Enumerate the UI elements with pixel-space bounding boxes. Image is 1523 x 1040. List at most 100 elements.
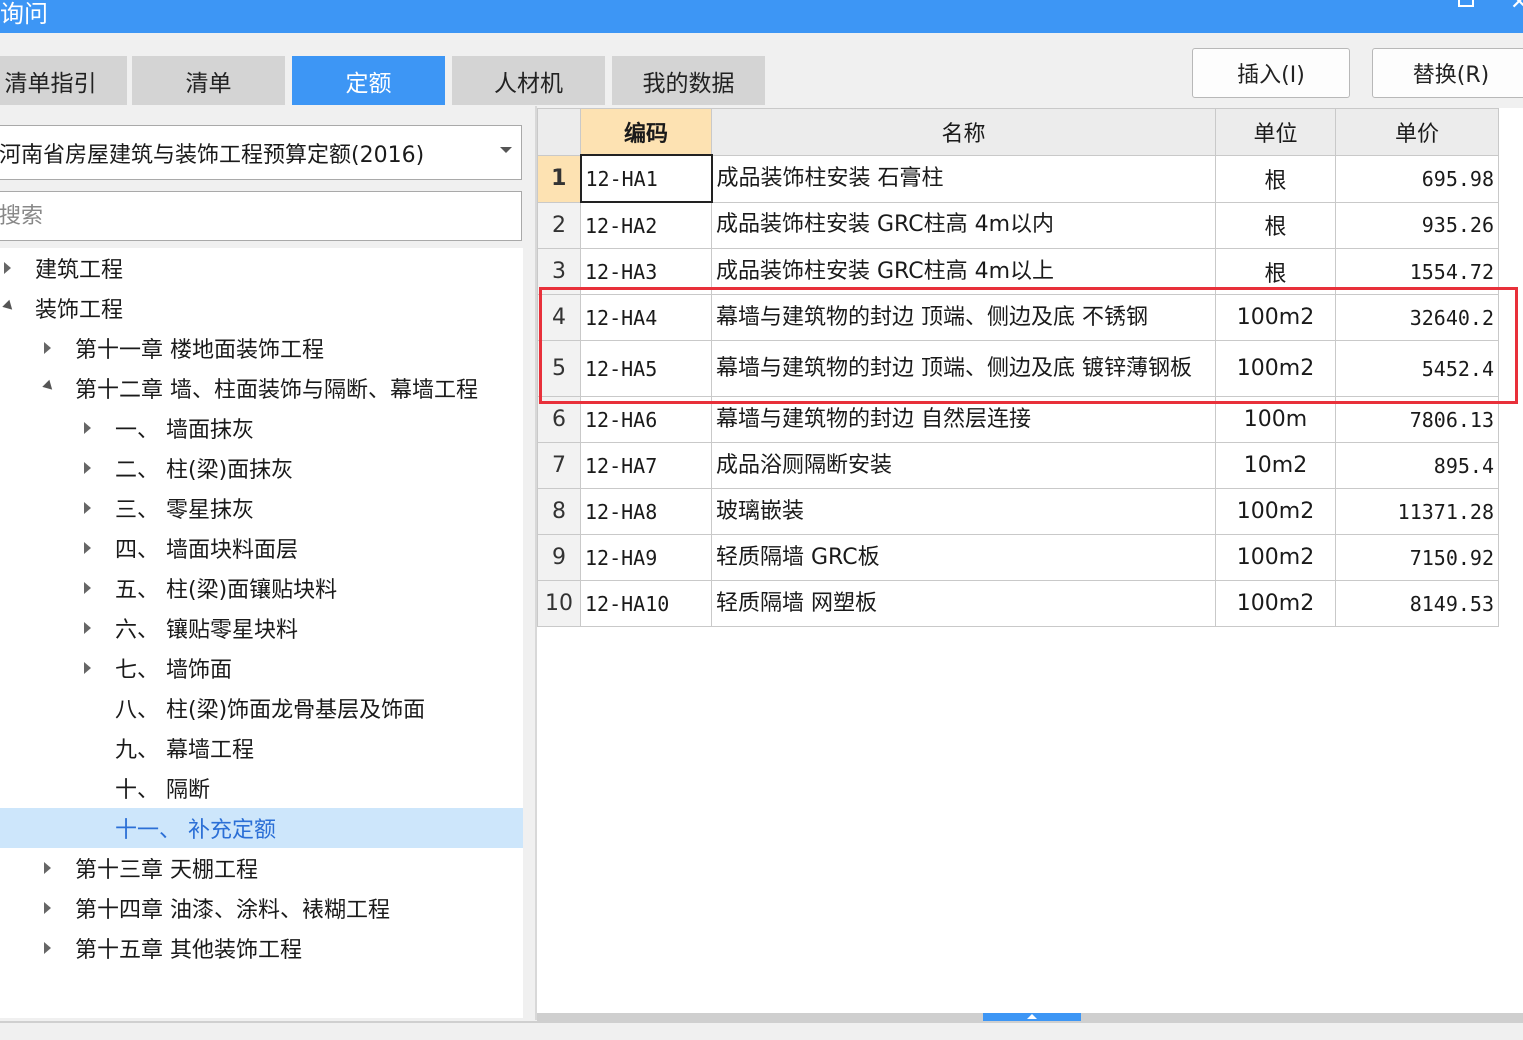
tree-node[interactable]: 第十三章 天棚工程	[0, 848, 523, 888]
column-header-unit[interactable]: 单位	[1215, 108, 1336, 156]
cell-unit[interactable]: 10m2	[1215, 442, 1336, 489]
expand-arrow-icon[interactable]	[84, 502, 91, 514]
cell-price[interactable]: 5452.4	[1335, 340, 1499, 397]
horizontal-scrollbar[interactable]	[537, 1013, 1523, 1021]
cell-name[interactable]: 幕墙与建筑物的封边 顶端、侧边及底 镀锌薄钢板	[711, 340, 1216, 397]
tree-node[interactable]: 三、 零星抹灰	[0, 488, 523, 528]
cell-code[interactable]: 12-HA3	[580, 248, 712, 295]
table-row[interactable]: 8 12-HA8 玻璃嵌装 100m2 11371.28	[537, 488, 1499, 535]
tree-node[interactable]: 第十四章 油漆、涂料、裱糊工程	[0, 888, 523, 928]
cell-code[interactable]: 12-HA4	[580, 294, 712, 341]
cell-code[interactable]: 12-HA2	[580, 201, 712, 249]
tree-node[interactable]: 建筑工程	[0, 248, 523, 288]
table-row[interactable]: 5 12-HA5 幕墙与建筑物的封边 顶端、侧边及底 镀锌薄钢板 100m2 5…	[537, 340, 1499, 397]
cell-unit[interactable]: 100m2	[1215, 534, 1336, 581]
column-header-code[interactable]: 编码	[580, 108, 712, 156]
cell-code[interactable]: 12-HA6	[580, 396, 712, 443]
tree-node-selected[interactable]: 十一、 补充定额	[0, 808, 523, 848]
maximize-icon[interactable]	[1458, 0, 1474, 7]
tree-node[interactable]: 六、 镶贴零星块料	[0, 608, 523, 648]
cell-price[interactable]: 1554.72	[1335, 248, 1499, 295]
collapse-arrow-icon[interactable]	[42, 379, 56, 394]
tree-node[interactable]: 十、 隔断	[0, 768, 523, 808]
cell-price[interactable]: 7806.13	[1335, 396, 1499, 443]
cell-unit[interactable]: 100m2	[1215, 488, 1336, 535]
tree-node[interactable]: 八、 柱(梁)饰面龙骨基层及饰面	[0, 688, 523, 728]
insert-button[interactable]: 插入(I)	[1192, 48, 1350, 98]
tree-node[interactable]: 二、 柱(梁)面抹灰	[0, 448, 523, 488]
expand-arrow-icon[interactable]	[84, 582, 91, 594]
cell-code[interactable]: 12-HA1	[579, 154, 713, 203]
cell-price[interactable]: 8149.53	[1335, 580, 1499, 627]
cell-name[interactable]: 成品装饰柱安装 石膏柱	[711, 154, 1216, 203]
search-input[interactable]	[0, 191, 522, 241]
cell-name[interactable]: 成品装饰柱安装 GRC柱高 4m以内	[711, 201, 1216, 249]
tree-node[interactable]: 四、 墙面块料面层	[0, 528, 523, 568]
cell-unit[interactable]: 100m2	[1215, 340, 1336, 397]
close-icon[interactable]: ✕	[1510, 0, 1523, 15]
tab-bill[interactable]: 清单	[132, 56, 285, 105]
cell-price[interactable]: 11371.28	[1335, 488, 1499, 535]
expand-arrow-icon[interactable]	[44, 902, 51, 914]
tab-quota[interactable]: 定额	[292, 56, 445, 105]
tree-node[interactable]: 九、 幕墙工程	[0, 728, 523, 768]
expand-arrow-icon[interactable]	[84, 662, 91, 674]
cell-code[interactable]: 12-HA7	[580, 442, 712, 489]
expand-arrow-icon[interactable]	[84, 422, 91, 434]
expand-arrow-icon[interactable]	[84, 542, 91, 554]
tab-list-guide[interactable]: 清单指引	[0, 56, 127, 105]
cell-code[interactable]: 12-HA5	[580, 340, 712, 397]
table-row[interactable]: 4 12-HA4 幕墙与建筑物的封边 顶端、侧边及底 不锈钢 100m2 326…	[537, 294, 1499, 341]
column-header-name[interactable]: 名称	[711, 108, 1216, 156]
tree-node[interactable]: 装饰工程	[0, 288, 523, 328]
table-row[interactable]: 9 12-HA9 轻质隔墙 GRC板 100m2 7150.92	[537, 534, 1499, 581]
cell-unit[interactable]: 100m2	[1215, 294, 1336, 341]
cell-unit[interactable]: 根	[1215, 154, 1336, 203]
cell-code[interactable]: 12-HA8	[580, 488, 712, 535]
table-row[interactable]: 7 12-HA7 成品浴厕隔断安装 10m2 895.4	[537, 442, 1499, 489]
tree-node[interactable]: 第十五章 其他装饰工程	[0, 928, 523, 968]
cell-unit[interactable]: 100m	[1215, 396, 1336, 443]
table-row[interactable]: 6 12-HA6 幕墙与建筑物的封边 自然层连接 100m 7806.13	[537, 396, 1499, 443]
cell-name[interactable]: 成品装饰柱安装 GRC柱高 4m以上	[711, 248, 1216, 295]
cell-name[interactable]: 成品浴厕隔断安装	[711, 442, 1216, 489]
column-header-price[interactable]: 单价	[1335, 108, 1499, 156]
table-row[interactable]: 1 12-HA1 成品装饰柱安装 石膏柱 根 695.98	[537, 154, 1499, 203]
cell-name[interactable]: 轻质隔墙 GRC板	[711, 534, 1216, 581]
cell-price[interactable]: 695.98	[1335, 154, 1499, 203]
tree-node[interactable]: 第十一章 楼地面装饰工程	[0, 328, 523, 368]
collapse-arrow-icon[interactable]	[2, 299, 16, 314]
table-row[interactable]: 3 12-HA3 成品装饰柱安装 GRC柱高 4m以上 根 1554.72	[537, 248, 1499, 295]
tree-node[interactable]: 七、 墙饰面	[0, 648, 523, 688]
expand-arrow-icon[interactable]	[84, 622, 91, 634]
cell-price[interactable]: 935.26	[1335, 201, 1499, 249]
cell-unit[interactable]: 100m2	[1215, 580, 1336, 627]
cell-name[interactable]: 幕墙与建筑物的封边 自然层连接	[711, 396, 1216, 443]
cell-code[interactable]: 12-HA9	[580, 534, 712, 581]
expand-arrow-icon[interactable]	[4, 262, 11, 274]
tab-labor-material-machine[interactable]: 人材机	[452, 56, 605, 105]
tree-node[interactable]: 五、 柱(梁)面镶贴块料	[0, 568, 523, 608]
chevron-down-icon[interactable]	[500, 147, 512, 153]
tree-node-label: 八、 柱(梁)饰面龙骨基层及饰面	[115, 698, 426, 723]
cell-name[interactable]: 幕墙与建筑物的封边 顶端、侧边及底 不锈钢	[711, 294, 1216, 341]
expand-arrow-icon[interactable]	[44, 342, 51, 354]
cell-price[interactable]: 32640.2	[1335, 294, 1499, 341]
cell-unit[interactable]: 根	[1215, 201, 1336, 249]
cell-unit[interactable]: 根	[1215, 248, 1336, 295]
cell-name[interactable]: 玻璃嵌装	[711, 488, 1216, 535]
cell-name[interactable]: 轻质隔墙 网塑板	[711, 580, 1216, 627]
table-row[interactable]: 10 12-HA10 轻质隔墙 网塑板 100m2 8149.53	[537, 580, 1499, 627]
expand-arrow-icon[interactable]	[44, 942, 51, 954]
expand-arrow-icon[interactable]	[44, 862, 51, 874]
cell-price[interactable]: 7150.92	[1335, 534, 1499, 581]
tree-node[interactable]: 第十二章 墙、柱面装饰与隔断、幕墙工程	[0, 368, 523, 408]
replace-button[interactable]: 替换(R)	[1372, 48, 1523, 98]
tab-my-data[interactable]: 我的数据	[612, 56, 765, 105]
expand-arrow-icon[interactable]	[84, 462, 91, 474]
cell-code[interactable]: 12-HA10	[580, 580, 712, 627]
quota-library-select[interactable]: 河南省房屋建筑与装饰工程预算定额(2016)	[0, 125, 522, 180]
table-row[interactable]: 2 12-HA2 成品装饰柱安装 GRC柱高 4m以内 根 935.26	[537, 201, 1499, 249]
cell-price[interactable]: 895.4	[1335, 442, 1499, 489]
tree-node[interactable]: 一、 墙面抹灰	[0, 408, 523, 448]
